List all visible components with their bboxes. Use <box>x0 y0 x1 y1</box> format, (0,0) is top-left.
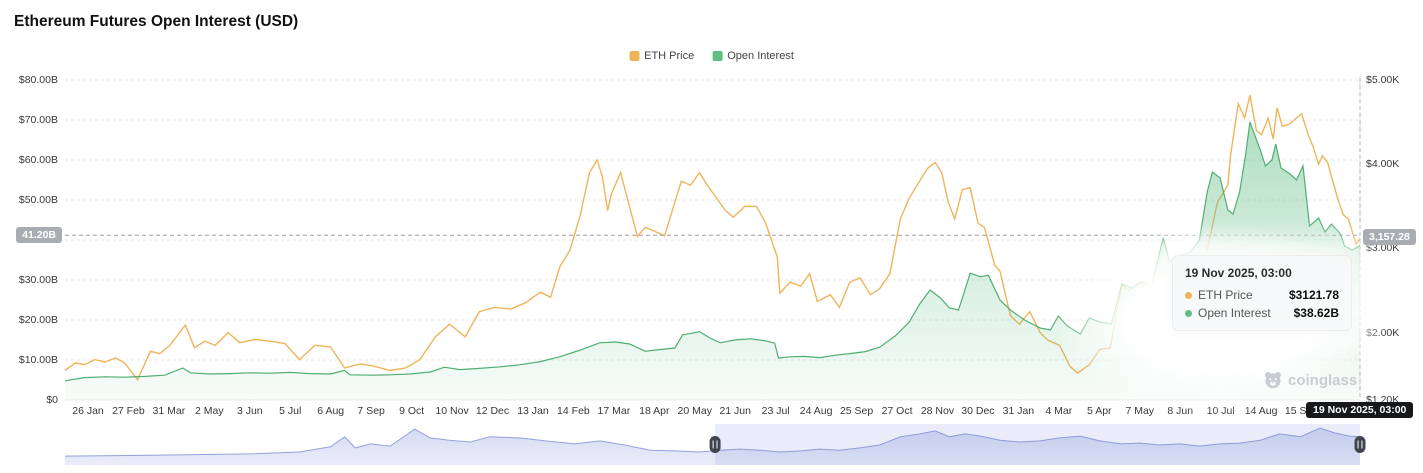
x-axis-label: 25 Sep <box>840 404 873 418</box>
coinglass-bear-icon <box>1263 370 1283 390</box>
right-axis-label: $2.00K <box>1366 326 1399 340</box>
chart-canvas[interactable] <box>0 0 1423 473</box>
right-axis-label: $5.00K <box>1366 73 1399 87</box>
x-axis-label: 31 Jan <box>1003 404 1035 418</box>
x-axis-label: 21 Jun <box>719 404 751 418</box>
x-axis-label: 9 Oct <box>399 404 424 418</box>
legend-item-open-interest[interactable]: Open Interest <box>712 50 794 62</box>
eth-price-dot-icon <box>1185 292 1192 299</box>
x-axis-label: 26 Jan <box>72 404 104 418</box>
x-axis-label: 2 May <box>195 404 224 418</box>
left-axis-label: $70.00B <box>0 113 58 127</box>
x-axis-label: 14 Feb <box>557 404 590 418</box>
tooltip-label: Open Interest <box>1198 306 1271 320</box>
open-interest-dot-icon <box>1185 310 1192 317</box>
left-axis-label: $30.00B <box>0 273 58 287</box>
tooltip-value: $38.62B <box>1294 306 1339 320</box>
legend: ETH Price Open Interest <box>629 50 794 62</box>
x-axis-label: 5 Apr <box>1087 404 1112 418</box>
page-title: Ethereum Futures Open Interest (USD) <box>14 13 298 31</box>
x-axis-label: 4 Mar <box>1045 404 1072 418</box>
x-axis-label: 12 Dec <box>476 404 509 418</box>
x-axis-label: 20 May <box>678 404 712 418</box>
legend-label-eth-price: ETH Price <box>644 50 694 62</box>
navigator-selection[interactable] <box>715 424 1360 465</box>
eth-price-swatch-icon <box>629 51 639 61</box>
legend-label-open-interest: Open Interest <box>727 50 794 62</box>
x-axis-label: 24 Aug <box>800 404 833 418</box>
watermark-text: coinglass <box>1288 372 1357 389</box>
right-axis-crosshair-badge: 3,157.28 <box>1363 229 1416 245</box>
handle-grip-icon <box>716 441 717 449</box>
x-axis-label: 6 Aug <box>317 404 344 418</box>
left-axis-label: $60.00B <box>0 153 58 167</box>
left-axis-label: $10.00B <box>0 353 58 367</box>
x-axis-label: 10 Nov <box>435 404 468 418</box>
tooltip-header: 19 Nov 2025, 03:00 <box>1173 256 1351 286</box>
tooltip-value: $3121.78 <box>1289 288 1339 302</box>
x-axis-label: 27 Oct <box>882 404 913 418</box>
x-axis-label: 13 Jan <box>517 404 549 418</box>
legend-item-eth-price[interactable]: ETH Price <box>629 50 694 62</box>
left-axis-crosshair-badge: 41.20B <box>16 227 62 243</box>
tooltip: 19 Nov 2025, 03:00 ETH Price $3121.78 Op… <box>1172 255 1352 331</box>
tooltip-label: ETH Price <box>1198 288 1253 302</box>
x-axis-label: 8 Jun <box>1167 404 1193 418</box>
chart-widget: Ethereum Futures Open Interest (USD) ETH… <box>0 0 1423 473</box>
left-axis-label: $50.00B <box>0 193 58 207</box>
x-axis-label: 30 Dec <box>961 404 994 418</box>
x-axis-label: 14 Aug <box>1245 404 1278 418</box>
left-axis-label: $80.00B <box>0 73 58 87</box>
handle-grip-icon <box>712 441 713 449</box>
left-axis-label: $0 <box>0 393 58 407</box>
x-axis-label: 7 Sep <box>357 404 384 418</box>
handle-grip-icon <box>1361 441 1362 449</box>
x-axis-label: 5 Jul <box>279 404 301 418</box>
coinglass-watermark: coinglass <box>1263 370 1357 390</box>
x-axis-label: 18 Apr <box>639 404 669 418</box>
x-axis-label: 28 Nov <box>921 404 954 418</box>
x-axis-label: 31 Mar <box>153 404 186 418</box>
open-interest-swatch-icon <box>712 51 722 61</box>
x-axis-label: 17 Mar <box>598 404 631 418</box>
x-axis-label: 27 Feb <box>112 404 145 418</box>
x-axis-label: 10 Jul <box>1207 404 1235 418</box>
right-axis-label: $4.00K <box>1366 157 1399 171</box>
x-axis-label: 7 May <box>1125 404 1154 418</box>
left-axis-label: $20.00B <box>0 313 58 327</box>
tooltip-row-open-interest: Open Interest $38.62B <box>1173 304 1351 330</box>
handle-grip-icon <box>1357 441 1358 449</box>
navigator-handle-right[interactable] <box>1355 436 1366 453</box>
tooltip-row-eth-price: ETH Price $3121.78 <box>1173 286 1351 304</box>
x-axis-label: 3 Jun <box>237 404 263 418</box>
x-axis-crosshair-badge: 19 Nov 2025, 03:00 <box>1306 402 1413 418</box>
open-interest-area <box>65 122 1360 400</box>
x-axis-label: 23 Jul <box>762 404 790 418</box>
navigator-handle-left[interactable] <box>710 436 721 453</box>
